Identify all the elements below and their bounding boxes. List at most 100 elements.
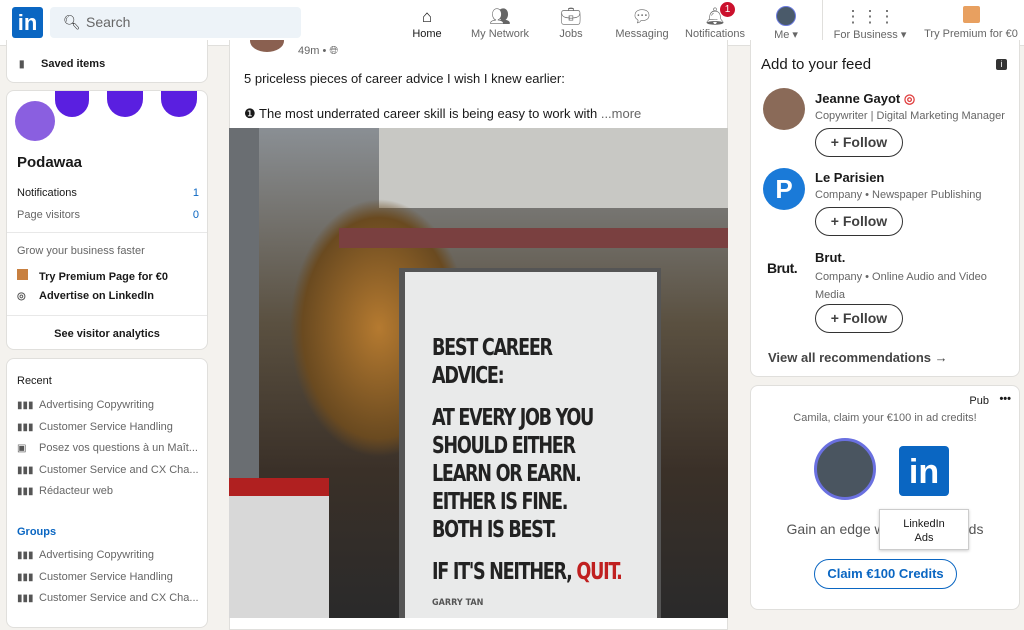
try-premium-link[interactable]: Try Premium Page for €0 bbox=[17, 269, 168, 283]
author-avatar[interactable] bbox=[250, 40, 284, 52]
feed-item-name[interactable]: Jeanne Gayot ◎ bbox=[815, 91, 915, 107]
group-icon: ▮▮▮ bbox=[17, 400, 34, 411]
search-placeholder: Search bbox=[86, 14, 131, 30]
groups-title[interactable]: Groups bbox=[17, 526, 56, 538]
poster-line bbox=[432, 390, 623, 404]
page-logo[interactable] bbox=[15, 101, 55, 141]
line-text: LEARN OR EARN. bbox=[432, 461, 582, 487]
count: 1 bbox=[192, 187, 199, 199]
avatar bbox=[768, 6, 804, 28]
name: Jeanne Gayot bbox=[815, 91, 901, 106]
le-parisien-logo[interactable]: P bbox=[763, 168, 805, 210]
page-card: Podawaa Notifications 1 Page visitors 0 Gr… bbox=[6, 90, 208, 350]
building bbox=[379, 128, 728, 208]
home-icon: ⌂ bbox=[421, 7, 433, 26]
list-item[interactable]: ▮▮▮ Rédacteur web bbox=[17, 485, 113, 497]
group-icon: ▮▮▮ bbox=[17, 486, 34, 497]
line-text: EITHER IS FINE. bbox=[432, 489, 568, 515]
briefcase-icon: 💼︎ bbox=[560, 7, 582, 26]
list-item[interactable]: ▮▮▮ Customer Service and CX Cha... bbox=[17, 592, 199, 604]
network-icon: 👥︎ bbox=[489, 7, 511, 26]
search-icon: 🔍︎ bbox=[63, 14, 81, 30]
feed-item-name[interactable]: Brut. bbox=[815, 250, 845, 265]
avatar[interactable] bbox=[763, 88, 805, 130]
poster-line: BOTH IS BEST. bbox=[432, 516, 623, 544]
divider bbox=[7, 232, 207, 233]
poster-line: LEARN OR EARN. bbox=[432, 460, 623, 488]
page-visitors-row[interactable]: Page visitors 0 bbox=[17, 209, 199, 221]
more-options-icon[interactable]: ••• bbox=[999, 393, 1011, 405]
feed-item-subtitle: Company • Newspaper Publishing bbox=[815, 189, 982, 201]
see-more-link[interactable]: ...more bbox=[601, 106, 641, 121]
grow-text: Grow your business faster bbox=[17, 245, 145, 257]
page-name[interactable]: Podawaa bbox=[17, 154, 82, 171]
list-item[interactable]: ▮▮▮ Customer Service and CX Cha... bbox=[17, 464, 199, 476]
claim-credits-button[interactable]: Claim €100 Credits bbox=[814, 559, 957, 589]
advertise-link[interactable]: ◎ Advertise on LinkedIn bbox=[17, 290, 154, 302]
banner-step bbox=[107, 91, 143, 117]
group-icon: ▮▮▮ bbox=[17, 464, 34, 476]
brut-logo[interactable]: Brut. bbox=[767, 260, 798, 276]
list-item[interactable]: ▮▮▮ Advertising Copywriting bbox=[17, 549, 154, 561]
notifications-row[interactable]: Notifications 1 bbox=[17, 187, 199, 199]
group-icon: ▮▮▮ bbox=[17, 593, 34, 604]
poster-line: BEST CAREER ADVICE: bbox=[432, 334, 623, 390]
item-label: Customer Service Handling bbox=[39, 420, 173, 433]
follow-button[interactable]: + Follow bbox=[815, 207, 903, 236]
feed-item-name[interactable]: Le Parisien bbox=[815, 170, 884, 185]
linkedin-logo[interactable]: in bbox=[12, 7, 43, 38]
user-avatar bbox=[814, 438, 876, 500]
label: Try Premium Page for €0 bbox=[39, 271, 168, 283]
line-text: IF IT'S NEITHER, bbox=[432, 559, 577, 585]
list-item[interactable]: ▮▮▮ Customer Service Handling bbox=[17, 571, 173, 583]
item-label: Customer Service and CX Cha... bbox=[39, 463, 199, 476]
list-item[interactable]: ▣ Posez vos questions à un Maît... bbox=[17, 442, 198, 454]
list-item[interactable]: ▮▮▮ Customer Service Handling bbox=[17, 421, 173, 433]
notification-badge: 1 bbox=[720, 2, 735, 17]
chat-icon: 💬︎ bbox=[631, 7, 653, 26]
point-text: The most underrated career skill is bein… bbox=[259, 106, 598, 121]
follow-button[interactable]: + Follow bbox=[815, 128, 903, 157]
group-icon: ▮▮▮ bbox=[17, 571, 34, 583]
poster-line: IF IT'S NEITHER, QUIT. bbox=[432, 558, 623, 586]
follow-button[interactable]: + Follow bbox=[815, 304, 903, 333]
saved-items-card: ▮ Saved items bbox=[6, 40, 208, 83]
see-visitor-analytics[interactable]: See visitor analytics bbox=[7, 328, 207, 340]
nav-label: Messaging bbox=[615, 28, 669, 40]
list-item[interactable]: ▮▮▮ Advertising Copywriting bbox=[17, 399, 154, 411]
nav-label: Home bbox=[412, 28, 442, 40]
premium-icon bbox=[17, 269, 31, 283]
nav-label: Try Premium for €0 bbox=[924, 28, 1018, 40]
banner-step bbox=[161, 91, 197, 117]
target-icon: ◎ bbox=[17, 291, 26, 302]
item-label: Customer Service Handling bbox=[39, 570, 173, 583]
poster-text: BEST CAREER ADVICE: AT EVERY JOB YOU SHOU… bbox=[432, 334, 657, 586]
bus bbox=[229, 478, 329, 618]
bell-icon: 🔔︎ bbox=[704, 7, 726, 26]
recent-card: Recent ▮▮▮ Advertising Copywriting ▮▮▮ Cust… bbox=[6, 358, 208, 628]
saved-items-link[interactable]: ▮ Saved items bbox=[19, 58, 105, 70]
info-icon[interactable]: i bbox=[996, 59, 1007, 70]
premium-icon bbox=[922, 6, 1020, 28]
feed-item-subtitle: Copywriter | Digital Marketing Manager bbox=[815, 110, 1005, 122]
feed-title: Add to your feed bbox=[761, 56, 872, 73]
grid-icon: ⋮⋮⋮ bbox=[844, 7, 896, 26]
globe-icon: 🌐︎ bbox=[329, 45, 339, 57]
line-text: SHOULD EITHER bbox=[432, 433, 576, 459]
search-input[interactable]: 🔍︎ Search bbox=[50, 7, 301, 38]
poster-line: EITHER IS FINE. bbox=[432, 488, 623, 516]
post-point: ❶ The most underrated career skill is be… bbox=[244, 106, 641, 122]
count: 0 bbox=[192, 209, 199, 221]
line-text: BOTH IS BEST. bbox=[432, 517, 557, 543]
item-label: Rédacteur web bbox=[39, 485, 113, 497]
poster-author: GARRY TAN bbox=[432, 598, 484, 608]
label: Notifications bbox=[17, 187, 77, 199]
number-one-icon: ❶ bbox=[244, 106, 256, 121]
view-all-recommendations[interactable]: View all recommendations → bbox=[768, 350, 948, 365]
item-label: Customer Service and CX Cha... bbox=[39, 592, 199, 604]
poster-line: SHOULD EITHER bbox=[432, 432, 623, 460]
poster-line bbox=[432, 544, 623, 558]
ad-card: Pub ••• Camila, claim your €100 in ad cr… bbox=[750, 385, 1020, 610]
banner-step bbox=[55, 91, 89, 117]
label: Advertise on LinkedIn bbox=[39, 290, 154, 302]
